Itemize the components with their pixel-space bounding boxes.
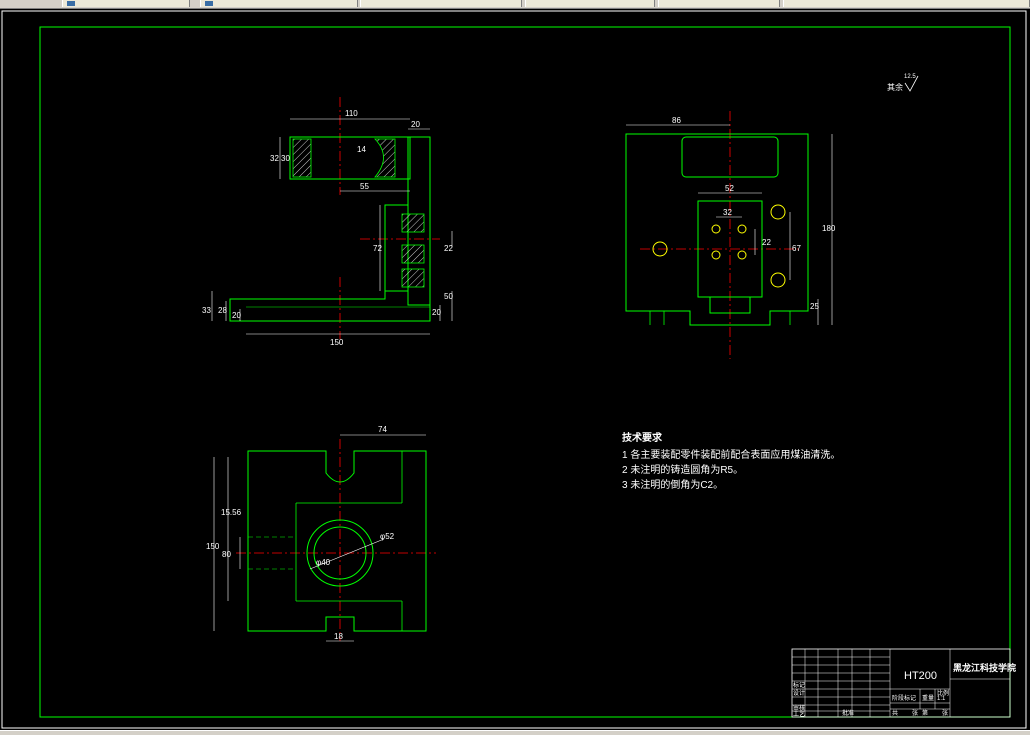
dimension-label: 22 — [444, 244, 453, 253]
title-block-label: 批准 — [842, 709, 854, 717]
document-tab[interactable] — [62, 0, 190, 7]
dimension-label: 67 — [792, 244, 801, 253]
tech-requirements-title: 技术要求 — [622, 431, 663, 444]
title-block-label: 第 — [922, 709, 928, 717]
dimension-label: 72 — [373, 244, 382, 253]
dimension-label: 150 — [330, 338, 344, 347]
dimension-label: 74 — [378, 425, 387, 434]
body-outline — [625, 133, 809, 326]
tech-requirement-item: 3 未注明的倒角为C2。 — [622, 478, 723, 491]
title-block-label: 标记 — [793, 681, 805, 689]
dimension-label: 52 — [725, 184, 734, 193]
title-block-label: 工艺 — [793, 710, 805, 718]
sheet-outer-border — [1, 10, 1027, 729]
title-block-label: 重量 — [922, 694, 934, 702]
dimension-label: 18 — [334, 632, 343, 641]
title-block-label: 共 — [892, 709, 898, 717]
dimension-label: 25 — [810, 302, 819, 311]
document-tab[interactable] — [360, 0, 522, 7]
dimension-label: 86 — [672, 116, 681, 125]
title-block-label: 设计 — [793, 689, 805, 697]
title-block[interactable]: HT200 黑龙江科技学院 1:1 标记 设计 审核 工艺 阶段标记 重量 比例… — [791, 648, 1016, 718]
material-label: HT200 — [904, 670, 937, 682]
tech-requirement-item: 2 未注明的铸造圆角为R5。 — [622, 463, 743, 476]
drawing-sheet: 其余 12.5 110 20 32 30 14 55 72 22 50 33 2… — [1, 10, 1027, 729]
dimension-label: 80 — [222, 550, 231, 559]
document-tab-strip — [0, 0, 1030, 9]
sheet-frame — [39, 26, 1011, 718]
dimension-label: 32 — [723, 208, 732, 217]
front-view[interactable]: 110 20 32 30 14 55 72 22 50 33 28 20 20 … — [202, 97, 453, 347]
dimension-label: 22 — [762, 238, 771, 247]
dimension-label: 20 — [232, 311, 241, 320]
base-plate — [229, 290, 431, 322]
school-name: 黑龙江科技学院 — [953, 662, 1016, 673]
dimension-label: φ40 — [316, 558, 331, 567]
document-tab[interactable] — [200, 0, 358, 7]
dimension-label: 14 — [357, 145, 366, 154]
document-tab[interactable] — [525, 0, 655, 7]
dimension-label: 33 — [202, 306, 211, 315]
base-outline — [247, 450, 427, 632]
roughness-other-label: 其余 — [887, 82, 903, 92]
side-view[interactable]: 86 52 32 22 67 180 25 — [625, 111, 836, 359]
dimension-label: 15.56 — [221, 508, 242, 517]
drawing-canvas[interactable]: 其余 12.5 110 20 32 30 14 55 72 22 50 33 2… — [0, 9, 1030, 730]
dimension-label: 55 — [360, 182, 369, 191]
dimension-label: φ52 — [380, 532, 395, 541]
dimension-label: 110 — [345, 109, 358, 118]
status-bar — [0, 730, 1030, 735]
roughness-note: 其余 12.5 — [887, 74, 919, 92]
section-hatch — [401, 268, 425, 288]
title-block-label: 张 — [942, 709, 948, 717]
tech-requirement-item: 1 各主要装配零件装配前配合表面应用煤油清洗。 — [622, 448, 840, 461]
title-block-label: 比例 — [937, 689, 949, 697]
section-hatch — [401, 213, 425, 233]
title-block-label: 审核 — [793, 704, 805, 712]
section-hatch — [292, 138, 312, 178]
cad-window: 其余 12.5 110 20 32 30 14 55 72 22 50 33 2… — [0, 0, 1030, 735]
dimension-label: 50 — [444, 292, 453, 301]
drawing-file-icon — [205, 1, 213, 6]
title-block-label: 张 — [912, 709, 918, 717]
document-tab[interactable] — [658, 0, 780, 7]
section-hatch — [374, 138, 396, 178]
dimension-label: 20 — [411, 120, 420, 129]
dimension-label: 180 — [822, 224, 836, 233]
document-tab[interactable] — [783, 0, 1030, 7]
dimension-label: 150 — [206, 542, 220, 551]
dimension-label: 30 — [281, 154, 290, 163]
dimension-label: 32 — [270, 154, 279, 163]
dimension-label: 28 — [218, 306, 227, 315]
technical-requirements: 技术要求 1 各主要装配零件装配前配合表面应用煤油清洗。 2 未注明的铸造圆角为… — [622, 431, 840, 491]
roughness-value: 12.5 — [904, 74, 916, 80]
top-view[interactable]: 74 15.56 150 80 φ52 φ40 18 — [206, 425, 436, 642]
section-hatch — [401, 244, 425, 264]
dimension-label: 20 — [432, 308, 441, 317]
title-block-label: 阶段标记 — [892, 694, 916, 702]
drawing-file-icon — [67, 1, 75, 6]
